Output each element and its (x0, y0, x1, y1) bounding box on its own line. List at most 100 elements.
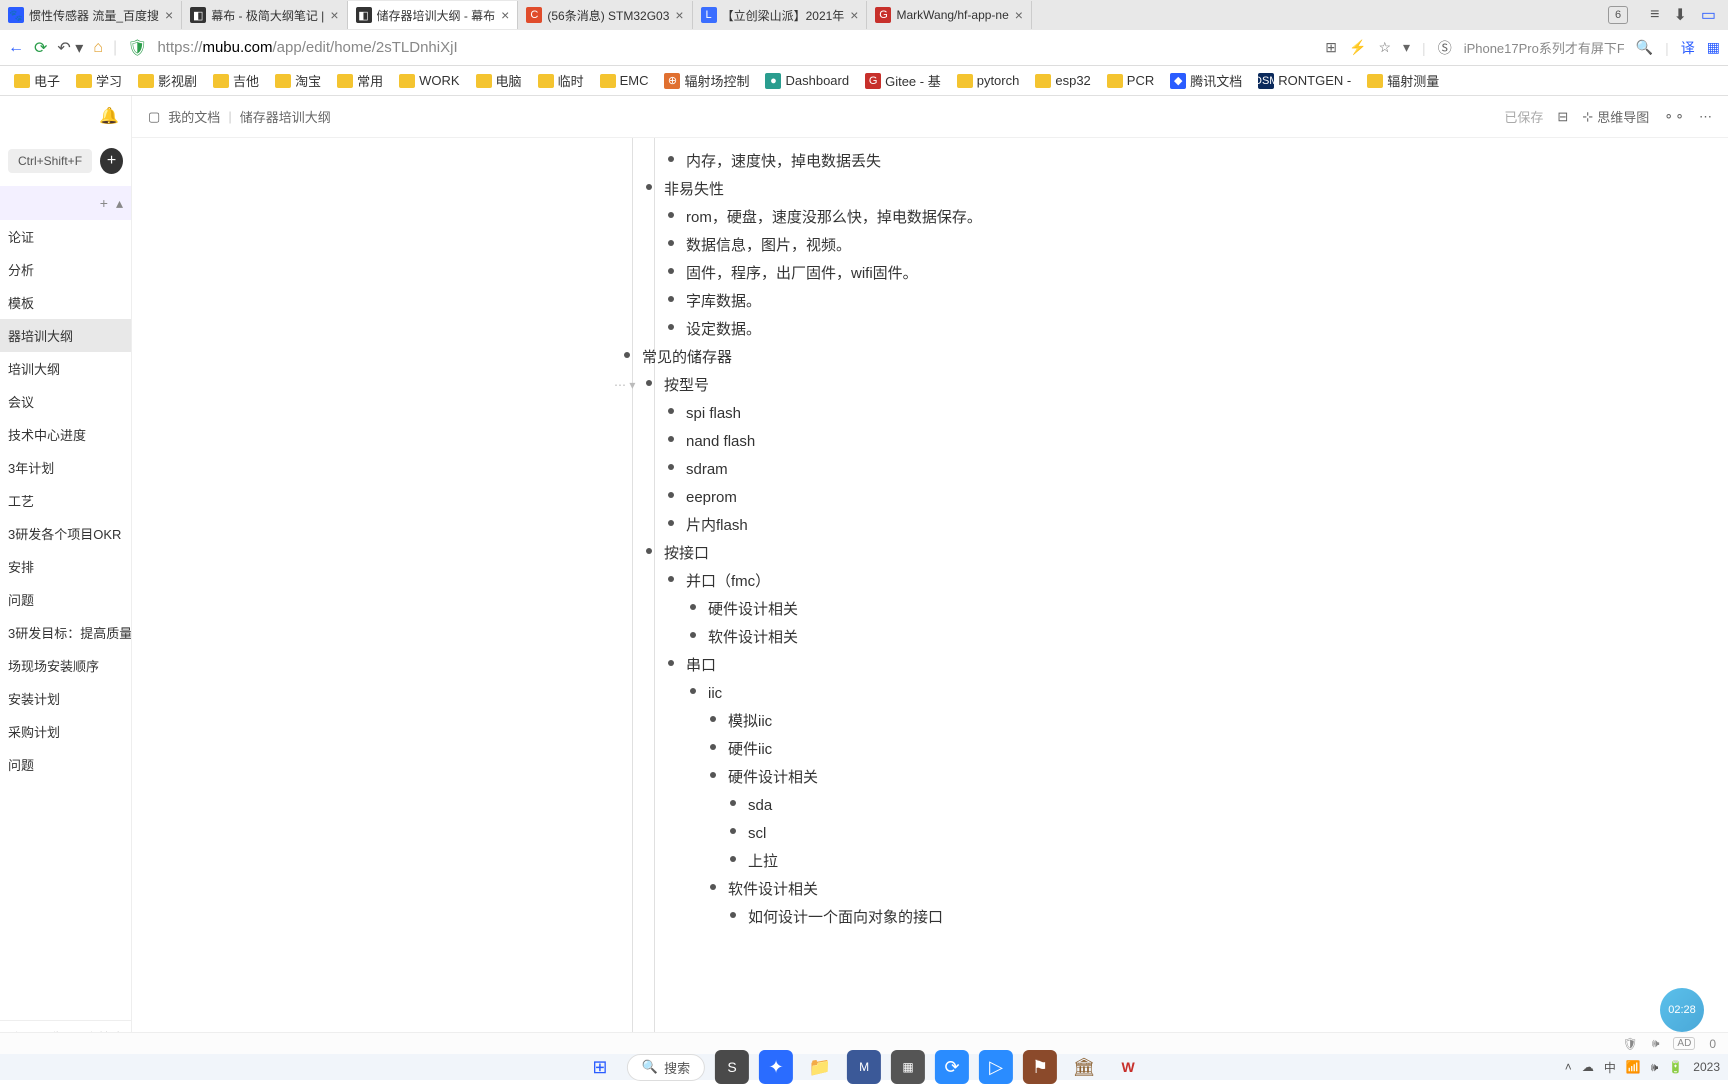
back-icon[interactable]: ← (8, 39, 24, 57)
new-doc-icon[interactable]: + (100, 195, 108, 211)
bookmark-item[interactable]: 学习 (70, 69, 128, 92)
bullet-icon[interactable] (668, 492, 674, 498)
minimize-icon[interactable]: ▭ (1701, 5, 1716, 25)
star-icon[interactable]: ☆ (1378, 39, 1391, 56)
node-text[interactable]: nand flash (686, 428, 1708, 456)
outline-node[interactable]: 上拉 (748, 848, 1708, 876)
document-item[interactable]: 问题 (0, 583, 131, 616)
node-text[interactable]: 串口 (686, 652, 1708, 680)
node-text[interactable]: 数据信息，图片，视频。 (686, 232, 1708, 260)
bullet-icon[interactable] (690, 688, 696, 694)
outline-node[interactable]: rom，硬盘，速度没那么快，掉电数据保存。 (686, 204, 1708, 232)
document-item[interactable]: 分析 (0, 253, 131, 286)
tray-chevron-icon[interactable]: ˄ (1565, 1060, 1572, 1074)
bullet-icon[interactable] (730, 912, 736, 918)
bookmark-item[interactable]: 常用 (331, 69, 389, 92)
bookmark-item[interactable]: GGitee - 基 (859, 69, 947, 92)
outline-node[interactable]: 内存，速度快，掉电数据丢失 (686, 148, 1708, 176)
outline-node[interactable]: 并口（fmc） (686, 568, 1708, 596)
browser-tab[interactable]: L【立创梁山派】2021年× (693, 1, 868, 29)
document-item[interactable]: 安装计划 (0, 682, 131, 715)
bookmark-item[interactable]: ⊕辐射场控制 (658, 69, 755, 92)
more-icon[interactable]: ⋯ (1699, 109, 1712, 125)
search-icon[interactable]: 🔍 (1636, 39, 1653, 56)
bullet-icon[interactable] (668, 436, 674, 442)
outline-node[interactable]: 软件设计相关 (708, 624, 1708, 652)
search-doc-icon[interactable]: ⊟ (1557, 109, 1568, 125)
bullet-icon[interactable] (668, 268, 674, 274)
node-text[interactable]: sda (748, 792, 1708, 820)
tray-wifi-icon[interactable]: 📶 (1626, 1060, 1641, 1074)
node-text[interactable]: 硬件iic (728, 736, 1708, 764)
node-text[interactable]: sdram (686, 456, 1708, 484)
app-icon-6[interactable]: ⚑ (1023, 1050, 1057, 1084)
node-text[interactable]: 上拉 (748, 848, 1708, 876)
share-icon[interactable]: ⚬⚬ (1663, 109, 1685, 125)
collapse-icon[interactable]: ▴ (116, 195, 123, 212)
app-icon-1[interactable]: S (715, 1050, 749, 1084)
outline-node[interactable]: 字库数据。 (686, 288, 1708, 316)
document-item[interactable]: 问题 (0, 748, 131, 781)
node-text[interactable]: 如何设计一个面向对象的接口 (748, 904, 1708, 932)
node-text[interactable]: 模拟iic (728, 708, 1708, 736)
bullet-icon[interactable] (690, 632, 696, 638)
outline-node[interactable]: 硬件设计相关 (728, 764, 1708, 792)
bookmark-item[interactable]: 辐射测量 (1361, 69, 1445, 92)
close-icon[interactable]: × (850, 7, 858, 23)
bullet-icon[interactable] (730, 828, 736, 834)
bell-icon[interactable]: 🔔 (99, 106, 119, 126)
document-item[interactable]: 安排 (0, 550, 131, 583)
search-hint[interactable]: iPhone17Pro系列才有屏下Fa (1464, 38, 1624, 57)
browser-tab[interactable]: 🐾惯性传感器 流量_百度搜× (0, 1, 182, 29)
node-text[interactable]: 硬件设计相关 (708, 596, 1708, 624)
document-item[interactable]: 会议 (0, 385, 131, 418)
taskbar-search[interactable]: 🔍 搜索 (627, 1054, 705, 1081)
shield-status-icon[interactable]: 🛡 (1623, 1037, 1638, 1051)
bullet-icon[interactable] (668, 324, 674, 330)
document-item[interactable]: 3年计划 (0, 451, 131, 484)
start-icon[interactable]: ⊞ (583, 1050, 617, 1084)
document-item[interactable] (0, 781, 131, 795)
close-icon[interactable]: × (501, 7, 509, 23)
node-controls[interactable]: ⋯ ▾ (614, 376, 635, 395)
bookmark-item[interactable]: ●Dashboard (759, 71, 855, 91)
reload-icon[interactable]: ⟳ (34, 38, 47, 58)
url-input[interactable]: https://mubu.com/app/edit/home/2sTLDnhiX… (157, 39, 1315, 56)
outline-node[interactable]: 数据信息，图片，视频。 (686, 232, 1708, 260)
bullet-icon[interactable] (668, 576, 674, 582)
bookmark-item[interactable]: 电子 (8, 69, 66, 92)
outline-node[interactable]: nand flash (686, 428, 1708, 456)
bullet-icon[interactable] (668, 660, 674, 666)
node-text[interactable]: 固件，程序，出厂固件，wifi固件。 (686, 260, 1708, 288)
document-item[interactable]: 器培训大纲 (0, 319, 131, 352)
bookmark-item[interactable]: 电脑 (470, 69, 528, 92)
browser-tab[interactable]: C(56条消息) STM32G03× (518, 1, 692, 29)
ad-badge[interactable]: AD (1673, 1037, 1695, 1050)
outline-node[interactable]: 按接口 (664, 540, 1708, 568)
node-text[interactable]: scl (748, 820, 1708, 848)
browser-tab[interactable]: ◧幕布 - 极简大纲笔记 |× (182, 1, 347, 29)
document-item[interactable]: 3研发各个项目OKR (0, 517, 131, 550)
outline-node[interactable]: sda (748, 792, 1708, 820)
app-icon-4[interactable]: ⟳ (935, 1050, 969, 1084)
node-text[interactable]: iic (708, 680, 1708, 708)
app-icon-8[interactable]: W (1111, 1050, 1145, 1084)
outline-node[interactable]: 软件设计相关 (728, 876, 1708, 904)
calculator-icon[interactable]: ▦ (891, 1050, 925, 1084)
node-text[interactable]: 字库数据。 (686, 288, 1708, 316)
outline-node[interactable]: 模拟iic (728, 708, 1708, 736)
bullet-icon[interactable] (730, 856, 736, 862)
bookmark-item[interactable]: EMC (594, 71, 655, 90)
shield-icon[interactable]: 🛡 (127, 38, 147, 58)
file-explorer-icon[interactable]: 📁 (803, 1050, 837, 1084)
app-icon-5[interactable]: ▷ (979, 1050, 1013, 1084)
node-text[interactable]: rom，硬盘，速度没那么快，掉电数据保存。 (686, 204, 1708, 232)
app-icon-7[interactable]: 🏛 (1067, 1050, 1101, 1084)
menu-icon[interactable]: ≡ (1650, 6, 1659, 24)
bullet-icon[interactable] (710, 744, 716, 750)
outline-node[interactable]: 串口 (686, 652, 1708, 680)
bullet-icon[interactable] (668, 520, 674, 526)
document-item[interactable]: 场现场安装顺序 (0, 649, 131, 682)
document-item[interactable]: 培训大纲 (0, 352, 131, 385)
outline-node[interactable]: ⋯ ▾按型号 (664, 372, 1708, 400)
